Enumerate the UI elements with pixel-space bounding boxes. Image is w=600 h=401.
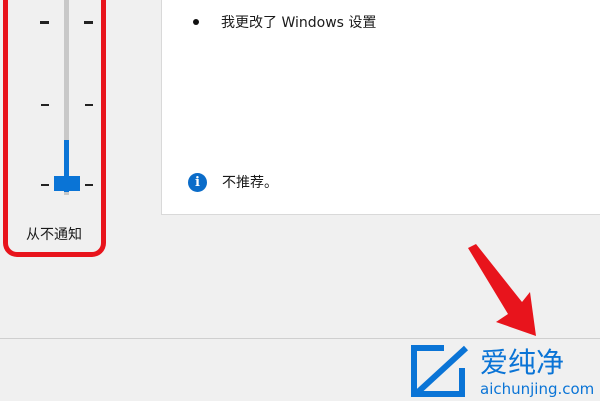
bullet-dot-icon [193, 19, 199, 25]
info-text: 不推荐。 [222, 175, 278, 191]
bullet-text: 我更改了 Windows 设置 [221, 15, 377, 31]
red-highlight-frame [3, 0, 106, 257]
slider-tick [41, 104, 49, 106]
slider-tick [85, 184, 93, 186]
slider-tick [41, 184, 49, 186]
slider-tick [85, 104, 93, 106]
notification-slider-panel: 从不通知 [0, 0, 160, 340]
watermark-logo: 爱纯净 aichunjing.com [411, 345, 594, 398]
watermark-url: aichunjing.com [480, 380, 594, 398]
description-card: 我更改了 Windows 设置 i 不推荐。 [161, 0, 600, 215]
bullet-item: 我更改了 Windows 设置 [193, 12, 376, 32]
info-icon: i [188, 172, 207, 192]
watermark-logo-icon [411, 345, 469, 397]
red-arrow-annotation [468, 244, 536, 336]
slider-tick [40, 21, 49, 24]
info-row: i 不推荐。 [188, 172, 278, 192]
slider-tick [84, 21, 93, 24]
watermark-brand: 爱纯净 [480, 346, 564, 379]
slider-level-label: 从不通知 [26, 227, 82, 243]
slider-thumb[interactable] [54, 176, 80, 191]
